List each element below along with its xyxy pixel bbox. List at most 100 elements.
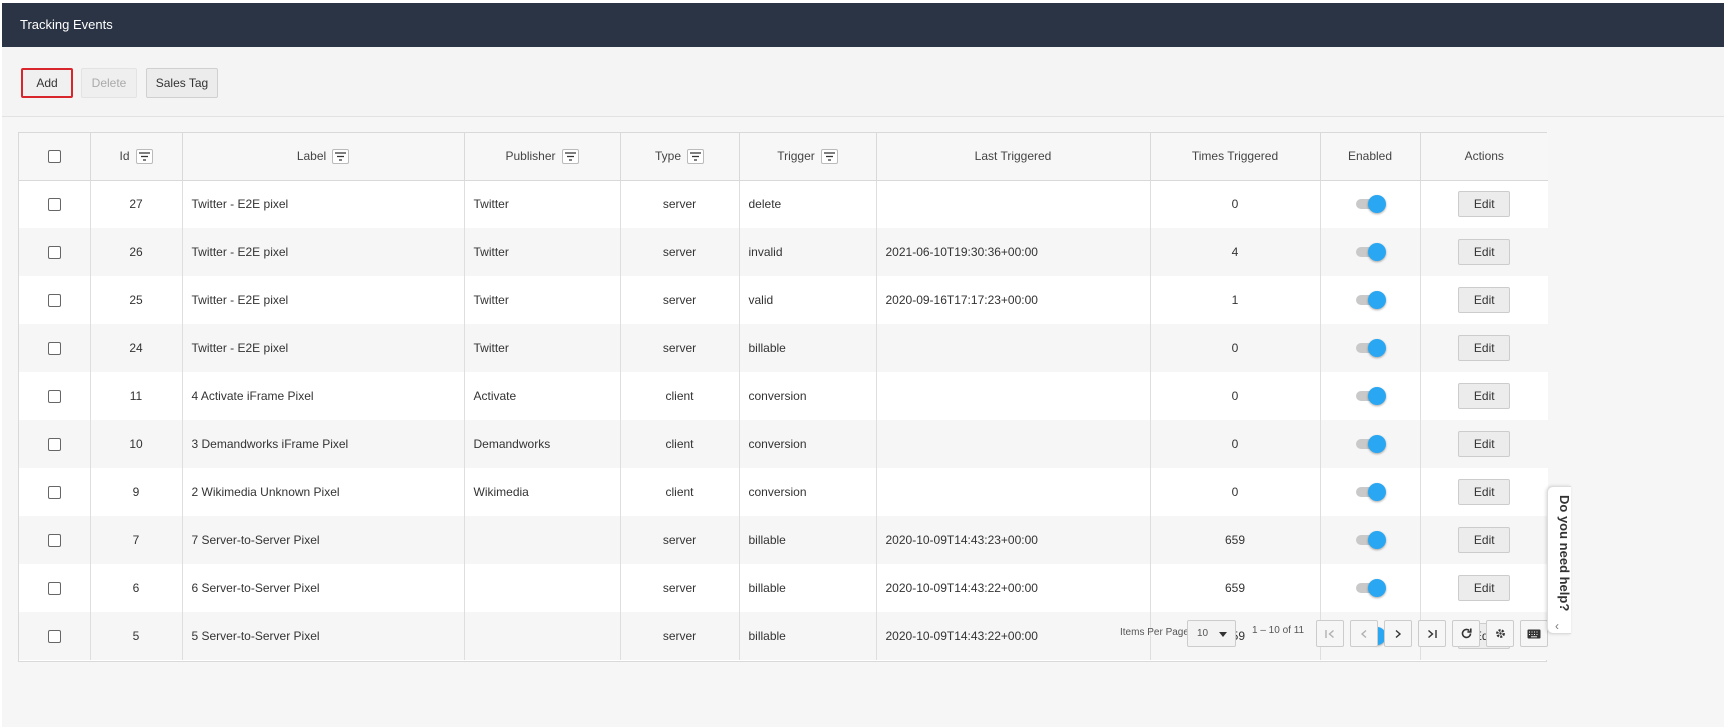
edit-button[interactable]: Edit	[1458, 575, 1511, 601]
table-row: 77 Server-to-Server Pixel server billable 2…	[19, 516, 1548, 564]
cell-publisher: Wikimedia	[464, 468, 621, 516]
cell-actions: Edit	[1420, 228, 1548, 276]
filter-icon[interactable]	[135, 148, 153, 164]
edit-button[interactable]: Edit	[1458, 479, 1511, 505]
cell-trigger: billable	[739, 564, 877, 612]
chevron-down-icon	[1219, 632, 1227, 637]
cell-times-triggered: 0	[1150, 420, 1321, 468]
row-checkbox[interactable]	[47, 534, 61, 548]
row-checkbox[interactable]	[47, 198, 61, 212]
cell-type: client	[620, 468, 740, 516]
cell-last-triggered	[876, 180, 1151, 228]
toggle-knob	[1368, 483, 1386, 501]
chevron-left-icon	[1360, 629, 1367, 638]
cell-label: 2 Wikimedia Unknown Pixel	[182, 468, 465, 516]
cell-id: 9	[90, 468, 183, 516]
enabled-toggle[interactable]	[1354, 194, 1386, 214]
cell-trigger: conversion	[739, 468, 877, 516]
row-checkbox[interactable]	[47, 246, 61, 260]
row-checkbox[interactable]	[47, 486, 61, 500]
cell-publisher: Activate	[464, 372, 621, 420]
cell-trigger: invalid	[739, 228, 877, 276]
table-row: 24 Twitter - E2E pixel Twitter server billab…	[19, 324, 1548, 372]
refresh-button[interactable]	[1452, 620, 1480, 647]
keyboard-button[interactable]	[1520, 620, 1548, 647]
enabled-toggle[interactable]	[1354, 242, 1386, 262]
help-tab[interactable]: Do you need help? ‹	[1547, 486, 1572, 634]
cell-actions: Edit	[1420, 516, 1548, 564]
enabled-toggle[interactable]	[1354, 290, 1386, 310]
cell-label: Twitter - E2E pixel	[182, 228, 465, 276]
cell-enabled	[1320, 516, 1421, 564]
next-page-button[interactable]	[1384, 620, 1412, 647]
row-checkbox[interactable]	[47, 294, 61, 308]
toolbar: Add Delete Sales Tag	[2, 47, 1724, 117]
cell-times-triggered: 659	[1150, 516, 1321, 564]
enabled-toggle[interactable]	[1354, 482, 1386, 502]
select-all-checkbox[interactable]	[47, 150, 61, 164]
cell-id: 26	[90, 228, 183, 276]
cell-label: Twitter - E2E pixel	[182, 180, 465, 228]
enabled-toggle[interactable]	[1354, 530, 1386, 550]
settings-button[interactable]	[1486, 620, 1514, 647]
toggle-knob	[1368, 195, 1386, 214]
items-per-page-select[interactable]: 10	[1187, 620, 1236, 647]
cell-publisher: Twitter	[464, 276, 621, 324]
cell-publisher	[464, 564, 621, 612]
filter-icon[interactable]	[687, 148, 704, 164]
toggle-knob	[1368, 579, 1386, 597]
cell-last-triggered: 2020-09-16T17:17:23+00:00	[876, 276, 1151, 324]
filter-icon[interactable]	[332, 148, 350, 164]
cell-label: 6 Server-to-Server Pixel	[182, 564, 465, 612]
row-select-cell	[19, 516, 91, 564]
refresh-icon	[1461, 628, 1472, 639]
table-row: 11 4 Activate iFrame Pixel Activate client c…	[19, 372, 1548, 420]
enabled-toggle[interactable]	[1354, 338, 1386, 358]
toggle-knob	[1368, 531, 1386, 549]
row-select-cell	[19, 180, 91, 228]
filter-icon[interactable]	[561, 148, 579, 164]
cell-last-triggered	[876, 324, 1151, 372]
cell-id: 6	[90, 564, 183, 612]
row-checkbox[interactable]	[47, 438, 61, 452]
cell-type: client	[620, 372, 740, 420]
edit-button[interactable]: Edit	[1458, 335, 1511, 361]
edit-button[interactable]: Edit	[1458, 287, 1511, 313]
cell-times-triggered: 659	[1150, 564, 1321, 612]
last-page-button[interactable]	[1418, 620, 1446, 647]
table-row: 10 3 Demandworks iFrame Pixel Demandworks c…	[19, 420, 1548, 468]
edit-button[interactable]: Edit	[1458, 527, 1511, 553]
app-frame: Tracking Events Add Delete Sales Tag Id …	[2, 3, 1724, 727]
filter-icon[interactable]	[820, 148, 838, 164]
row-checkbox[interactable]	[47, 582, 61, 596]
enabled-toggle[interactable]	[1354, 578, 1386, 598]
row-checkbox[interactable]	[47, 390, 61, 404]
cell-enabled	[1320, 180, 1421, 228]
edit-button[interactable]: Edit	[1458, 431, 1511, 457]
enabled-toggle[interactable]	[1354, 434, 1386, 454]
cell-last-triggered	[876, 468, 1151, 516]
items-per-page-value: 10	[1197, 628, 1209, 639]
cell-label: Twitter - E2E pixel	[182, 276, 465, 324]
edit-button[interactable]: Edit	[1458, 239, 1511, 265]
cell-enabled	[1320, 276, 1421, 324]
add-button[interactable]: Add	[21, 68, 73, 98]
help-tab-label: Do you need help?	[1557, 495, 1572, 612]
sales-tag-button[interactable]: Sales Tag	[146, 68, 218, 98]
header-label: Label	[182, 133, 465, 181]
first-page-button[interactable]	[1316, 620, 1344, 647]
chevron-left-icon: ‹	[1555, 619, 1559, 633]
cell-publisher: Demandworks	[464, 420, 621, 468]
cell-enabled	[1320, 372, 1421, 420]
edit-button[interactable]: Edit	[1458, 191, 1511, 218]
cell-publisher: Twitter	[464, 228, 621, 276]
row-select-cell	[19, 276, 91, 324]
edit-button[interactable]: Edit	[1458, 383, 1511, 409]
row-checkbox[interactable]	[47, 342, 61, 356]
cell-type: server	[620, 276, 740, 324]
delete-button[interactable]: Delete	[81, 68, 137, 98]
cell-id: 25	[90, 276, 183, 324]
page-title: Tracking Events	[2, 3, 1724, 47]
previous-page-button[interactable]	[1350, 620, 1378, 647]
enabled-toggle[interactable]	[1354, 386, 1386, 406]
